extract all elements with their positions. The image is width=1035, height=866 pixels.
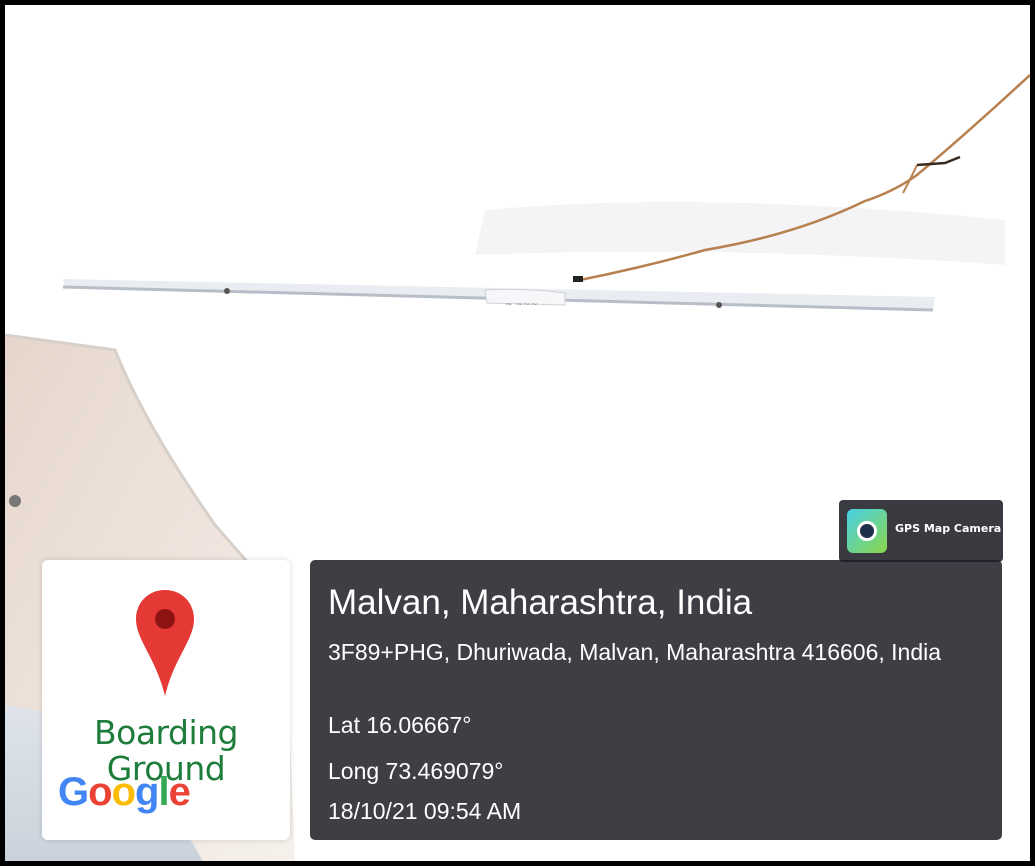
app-name-label: GPS Map Camera	[895, 522, 1002, 535]
gps-map-camera-app-icon	[847, 509, 887, 553]
app-watermark-badge: GPS Map Camera	[839, 500, 1003, 562]
location-info-panel: Malvan, Maharashtra, India 3F89+PHG, Dhu…	[310, 560, 1002, 840]
map-thumbnail: Boarding Ground Google	[42, 560, 290, 840]
longitude-text: Long 73.469079°	[328, 758, 504, 784]
datetime-text: 18/10/21 09:54 AM	[328, 798, 522, 824]
location-address: 3F89+PHG, Dhuriwada, Malvan, Maharashtra…	[328, 639, 942, 665]
location-pin-icon	[136, 590, 194, 696]
svg-text:~ ~~~: ~ ~~~	[505, 300, 538, 310]
location-title: Malvan, Maharashtra, India	[328, 583, 753, 622]
wall-fixture	[9, 495, 21, 507]
photo-frame: ~ ~~~ GPS Map Camera Boarding Ground Goo…	[0, 0, 1035, 866]
google-logo: Google	[58, 770, 191, 814]
latitude-text: Lat 16.06667°	[328, 712, 472, 738]
